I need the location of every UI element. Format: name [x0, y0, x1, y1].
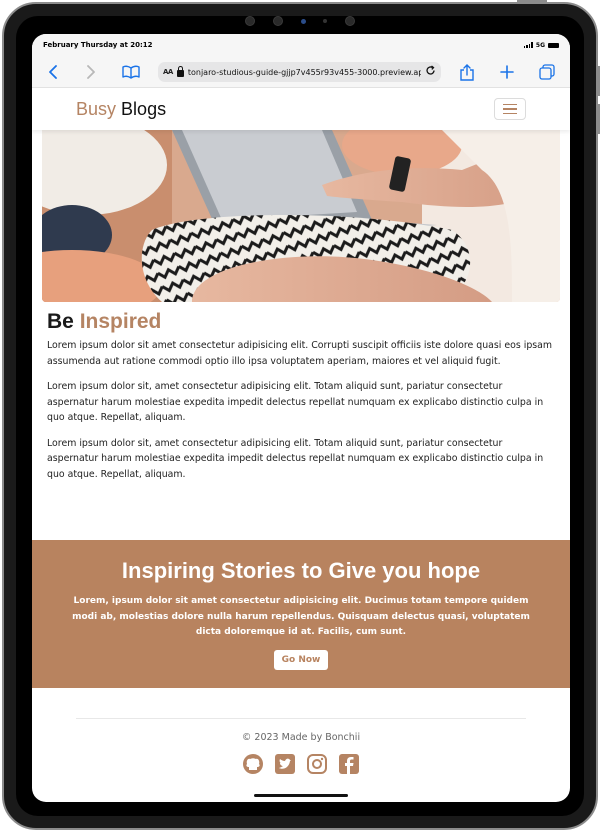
status-indicators: 5G: [523, 41, 559, 49]
banner-text: Lorem, ipsum dolor sit amet consectetur …: [72, 596, 530, 637]
status-bar: February Thursday at 20:12 5G: [32, 34, 570, 56]
address-bar[interactable]: AA tonjaro-studious-guide-gjjp7v455r93v4…: [158, 62, 441, 82]
sensor-icon: [245, 16, 255, 26]
top-button: [517, 0, 547, 3]
article-paragraph: Lorem ipsum dolor sit amet consectetur a…: [47, 340, 553, 367]
new-tab-icon[interactable]: [494, 61, 520, 83]
signal-icon: [523, 42, 533, 48]
volume-up-button: [597, 66, 600, 96]
battery-icon: [548, 42, 559, 48]
back-icon[interactable]: [40, 61, 66, 83]
copyright-text: © 2023 Made by Bonchii: [241, 732, 361, 743]
reload-icon[interactable]: [425, 65, 436, 79]
laptop-photo-illustration: [42, 130, 560, 302]
brand-accent: Busy: [76, 98, 117, 119]
toolbar-actions: [454, 61, 560, 83]
facebook-icon[interactable]: [338, 753, 360, 775]
article-title: Be Inspired: [47, 310, 555, 334]
github-icon[interactable]: [242, 753, 264, 775]
article-paragraph: Lorem ipsum dolor sit, amet consectetur …: [47, 437, 544, 480]
network-label: 5G: [535, 41, 545, 49]
hamburger-menu-button[interactable]: [494, 98, 526, 120]
volume-down-button: [597, 104, 600, 134]
inspiring-stories-banner: Inspiring Stories to Give you hope Lorem…: [32, 540, 570, 688]
home-indicator[interactable]: [254, 794, 348, 797]
twitter-icon[interactable]: [274, 753, 296, 775]
article-section: Be Inspired Lorem ipsum dolor sit amet c…: [32, 302, 570, 482]
title-main: Be: [47, 310, 74, 333]
reader-button[interactable]: AA: [163, 68, 173, 76]
instagram-icon[interactable]: [306, 753, 328, 775]
browser-toolbar: AA tonjaro-studious-guide-gjjp7v455r93v4…: [32, 56, 570, 88]
brand-main: Blogs: [121, 98, 167, 119]
forward-icon[interactable]: [78, 61, 104, 83]
banner-title: Inspiring Stories to Give you hope: [121, 558, 481, 583]
camera-bar: [245, 14, 355, 28]
site-navbar: Busy Blogs: [32, 88, 570, 130]
social-links: [76, 753, 526, 775]
screen: February Thursday at 20:12 5G AA tonjaro…: [32, 34, 570, 802]
go-now-button[interactable]: Go Now: [273, 649, 329, 670]
camera-icon: [300, 18, 306, 24]
lock-icon: [176, 65, 184, 77]
status-datetime: February Thursday at 20:12: [43, 41, 153, 49]
tabs-overview-icon[interactable]: [534, 61, 560, 83]
url-text[interactable]: tonjaro-studious-guide-gjjp7v455r93v455-…: [188, 68, 421, 77]
site-footer: © 2023 Made by Bonchii: [76, 718, 526, 775]
sensor-icon: [323, 19, 328, 23]
brand-logo[interactable]: Busy Blogs: [76, 99, 166, 120]
share-icon[interactable]: [454, 61, 480, 83]
sensor-icon: [272, 16, 283, 26]
article-paragraph: Lorem ipsum dolor sit, amet consectetur …: [47, 381, 544, 423]
bookmarks-icon[interactable]: [118, 61, 144, 83]
title-accent: Inspired: [79, 310, 162, 333]
hero-image: [42, 130, 560, 302]
sensor-icon: [345, 16, 355, 26]
